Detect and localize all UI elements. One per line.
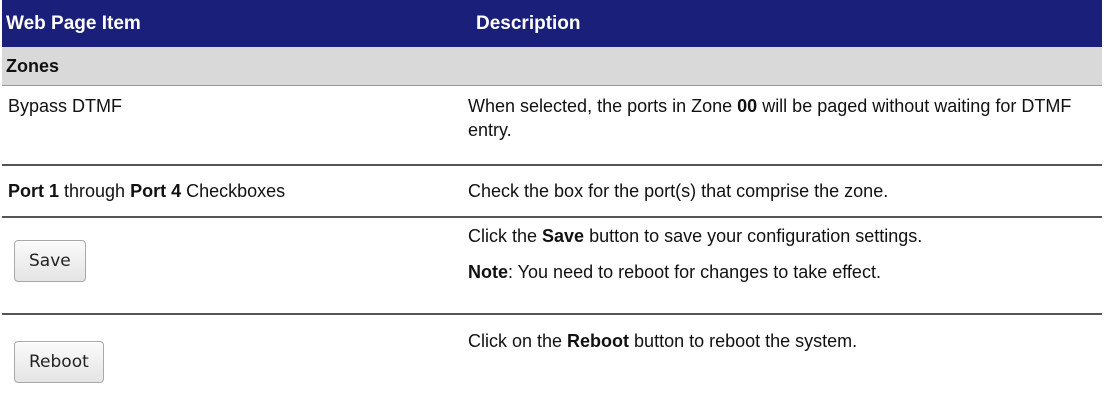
save-bold: Save (542, 226, 585, 246)
desc-port-checkboxes: Check the box for the port(s) that compr… (468, 181, 889, 201)
port-1-label: Port 1 (8, 181, 60, 201)
zone-number: 00 (737, 96, 758, 116)
desc-text: When selected, the ports in Zone (468, 96, 738, 116)
table-row-reboot: Reboot Click on the Reboot button to reb… (2, 315, 1102, 400)
save-button[interactable]: Save (14, 240, 86, 282)
note-label: Note (468, 262, 508, 282)
desc-reboot: Click on the Reboot button to reboot the… (462, 315, 1102, 400)
item-bypass-dtmf: Bypass DTMF (8, 96, 123, 116)
reboot-bold: Reboot (567, 331, 630, 351)
web-page-item-table: Web Page Item Description Zones Bypass D… (2, 0, 1102, 400)
note-text: : You need to reboot for changes to take… (508, 262, 881, 282)
table-header: Web Page Item Description (2, 0, 1102, 47)
table-row-port-checkboxes: Port 1 through Port 4 Checkboxes Check t… (2, 166, 1102, 218)
desc-bypass-dtmf: When selected, the ports in Zone 00 will… (462, 86, 1102, 164)
desc-text: button to save your configuration settin… (584, 226, 923, 246)
table-row-bypass-dtmf: Bypass DTMF When selected, the ports in … (2, 86, 1102, 166)
header-description: Description (476, 12, 581, 34)
desc-text: Click the (468, 226, 543, 246)
item-text: through (59, 181, 131, 201)
save-instruction: Click the Save button to save your confi… (468, 224, 1092, 248)
table-row-save: Save Click the Save button to save your … (2, 218, 1102, 315)
item-text: Checkboxes (181, 181, 286, 201)
header-web-page-item: Web Page Item (6, 12, 141, 34)
save-note: Note: You need to reboot for changes to … (468, 260, 1092, 284)
item-save: Save (2, 218, 462, 313)
desc-save: Click the Save button to save your confi… (462, 218, 1102, 313)
desc-text: Click on the (468, 331, 568, 351)
item-port-checkboxes: Port 1 through Port 4 Checkboxes (2, 179, 462, 203)
reboot-button[interactable]: Reboot (14, 341, 104, 383)
item-reboot: Reboot (2, 315, 462, 400)
port-4-label: Port 4 (130, 181, 182, 201)
desc-text: button to reboot the system. (629, 331, 858, 351)
section-zones-title: Zones (2, 47, 1102, 86)
